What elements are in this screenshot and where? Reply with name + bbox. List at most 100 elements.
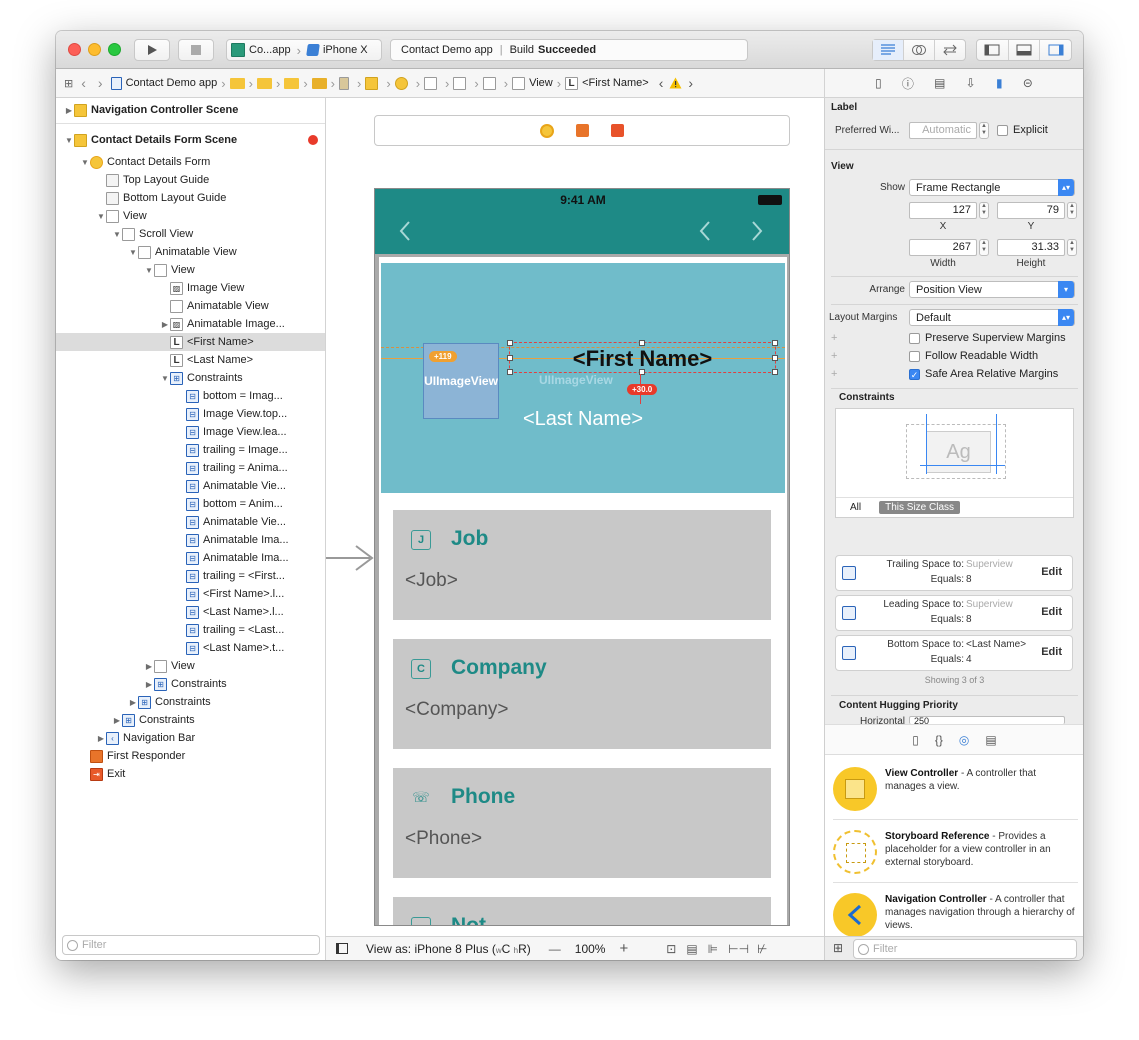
outline-row[interactable]: L <First Name> (56, 333, 325, 351)
next-issue-icon[interactable]: › (684, 69, 697, 97)
outline-row[interactable]: ⊟ Animatable Vie... (56, 477, 325, 495)
y-field[interactable]: 79 (997, 202, 1065, 219)
storyboard-canvas[interactable]: 9:41 AM UIImageView +119 UIImageView <Fi… (326, 98, 824, 960)
object-library-icon[interactable]: ◎ (959, 733, 969, 747)
outline-row[interactable]: ▶ ⊞ Constraints (56, 675, 325, 693)
disclosure-open-icon[interactable]: ▼ (144, 266, 154, 275)
disclosure-closed-icon[interactable]: ▶ (112, 716, 122, 725)
safe-area-checkbox[interactable]: ✓ Safe Area Relative Margins (909, 368, 1058, 380)
outline-row[interactable]: ⊟ <First Name>.l... (56, 585, 325, 603)
outline-filter-field[interactable]: Filter (62, 935, 320, 955)
layout-margins-popup[interactable]: Default ▴▾ (909, 309, 1075, 326)
horizontal-priority-field[interactable]: 250 (909, 716, 1065, 724)
outline-row[interactable]: ▨ Image View (56, 279, 325, 297)
constraint-edit-button[interactable]: Edit (1041, 646, 1062, 658)
outline-row[interactable]: ▼ Contact Details Form (56, 153, 325, 171)
attributes-inspector-icon[interactable]: ⇩ (966, 76, 976, 90)
zoom-out-button[interactable]: — (549, 942, 561, 956)
outline-row[interactable]: ⊟ <Last Name>.l... (56, 603, 325, 621)
outline-row[interactable]: ⊟ Animatable Ima... (56, 531, 325, 549)
view-controller-icon[interactable] (540, 123, 554, 138)
outline-row[interactable]: First Responder (56, 747, 325, 765)
outline-row[interactable]: ▼ View (56, 207, 325, 225)
constraint-edit-button[interactable]: Edit (1041, 566, 1062, 578)
x-field[interactable]: 127 (909, 202, 977, 219)
outline-row[interactable]: ⊟ trailing = Anima... (56, 459, 325, 477)
align-icon[interactable]: ⊫ (708, 942, 718, 956)
outline-row[interactable]: ⊟ Image View.top... (56, 405, 325, 423)
width-field[interactable]: 267 (909, 239, 977, 256)
outline-row[interactable]: ⊟ Image View.lea... (56, 423, 325, 441)
x-stepper[interactable]: ▲ ▼ (979, 202, 989, 219)
stop-button[interactable] (178, 39, 214, 61)
breadcrumb-view-3[interactable] (481, 69, 502, 97)
identity-inspector-icon[interactable]: ▤ (934, 76, 945, 90)
run-button[interactable] (134, 39, 170, 61)
disclosure-closed-icon[interactable]: ▶ (96, 734, 106, 743)
tab-all[interactable]: All (850, 502, 861, 513)
outline-row[interactable]: ▼ ⊞ Constraints (56, 369, 325, 387)
outline-row[interactable]: ▶ View (56, 657, 325, 675)
outline-row[interactable]: ▼ Contact Details Form Scene (56, 131, 325, 149)
follow-readable-checkbox[interactable]: Follow Readable Width (909, 350, 1038, 362)
disclosure-open-icon[interactable]: ▼ (96, 212, 106, 221)
media-library-icon[interactable]: ▤ (985, 733, 996, 747)
outline-row[interactable]: ⇥ Exit (56, 765, 325, 783)
breadcrumb-folder-3[interactable] (282, 69, 301, 97)
breadcrumb-view-1[interactable] (422, 69, 443, 97)
version-editor-button[interactable] (935, 40, 965, 60)
disclosure-open-icon[interactable]: ▼ (112, 230, 122, 239)
constraint-row[interactable]: Trailing Space to: Superview Equals: 8 Edit (835, 555, 1073, 591)
resolve-issues-icon[interactable]: ⊬ (757, 942, 767, 956)
explicit-checkbox[interactable]: Explicit (997, 124, 1048, 136)
disclosure-closed-icon[interactable]: ▶ (128, 698, 138, 707)
assistant-editor-button[interactable] (904, 40, 935, 60)
close-window-button[interactable] (68, 43, 81, 56)
disclosure-open-icon[interactable]: ▼ (80, 158, 90, 167)
outline-row[interactable]: ⊟ Animatable Vie... (56, 513, 325, 531)
preserve-margins-checkbox[interactable]: Preserve Superview Margins (909, 332, 1066, 344)
quick-help-icon[interactable]: ⓘ (902, 75, 914, 92)
navigator-toggle-button[interactable] (977, 40, 1009, 60)
outline-row[interactable]: ⊟ bottom = Anim... (56, 495, 325, 513)
field-value[interactable]: <Phone> (405, 828, 482, 850)
breadcrumb-storyboard[interactable] (337, 69, 355, 97)
outline-row[interactable]: ▶ ⊞ Constraints (56, 693, 325, 711)
previous-chevron-icon[interactable] (699, 221, 711, 241)
breadcrumb-scene[interactable] (363, 69, 384, 97)
previous-issue-icon[interactable]: ‹ (651, 69, 668, 97)
field-value[interactable]: <Job> (405, 570, 458, 592)
breadcrumb-folder-2[interactable] (255, 69, 274, 97)
outline-row[interactable]: ⊟ <Last Name>.t... (56, 639, 325, 657)
grid-view-icon[interactable]: ⊞ (833, 941, 843, 955)
warning-icon[interactable] (667, 69, 684, 97)
size-inspector-icon[interactable]: ▮ (996, 76, 1003, 90)
outline-row[interactable]: ⊟ bottom = Imag... (56, 387, 325, 405)
breadcrumb-view-2[interactable] (451, 69, 472, 97)
disclosure-open-icon[interactable]: ▼ (160, 374, 170, 383)
outline-row[interactable]: ▼ View (56, 261, 325, 279)
forward-arrow-icon[interactable]: › (92, 69, 109, 97)
related-items-icon[interactable]: ⊞ (56, 69, 75, 97)
constraint-row[interactable]: Leading Space to: Superview Equals: 8 Edit (835, 595, 1073, 631)
disclosure-open-icon[interactable]: ▼ (64, 136, 74, 145)
code-snippet-icon[interactable]: {} (935, 733, 943, 747)
zoom-in-button[interactable]: + (619, 940, 628, 957)
zoom-window-button[interactable] (108, 43, 121, 56)
library-filter-field[interactable]: Filter (853, 939, 1077, 959)
width-stepper[interactable]: ▲ ▼ (979, 239, 989, 256)
outline-toggle-icon[interactable] (336, 943, 348, 954)
back-chevron-icon[interactable] (399, 221, 411, 241)
outline-row[interactable]: ⊟ trailing = <Last... (56, 621, 325, 639)
first-name-label[interactable]: <First Name> (507, 340, 778, 375)
last-name-label[interactable]: <Last Name> (381, 408, 785, 431)
outline-row[interactable]: ⊟ Animatable Ima... (56, 549, 325, 567)
plus-icon[interactable]: + (831, 350, 837, 362)
tab-this-size-class[interactable]: This Size Class (879, 501, 961, 514)
outline-row[interactable]: ▶ Navigation Controller Scene (56, 101, 325, 119)
outline-row[interactable]: Bottom Layout Guide (56, 189, 325, 207)
outline-row[interactable]: ▶ ⊞ Constraints (56, 711, 325, 729)
first-responder-icon[interactable] (576, 124, 589, 137)
y-stepper[interactable]: ▲ ▼ (1067, 202, 1077, 219)
breadcrumb-project[interactable]: Contact Demo app (109, 69, 220, 97)
